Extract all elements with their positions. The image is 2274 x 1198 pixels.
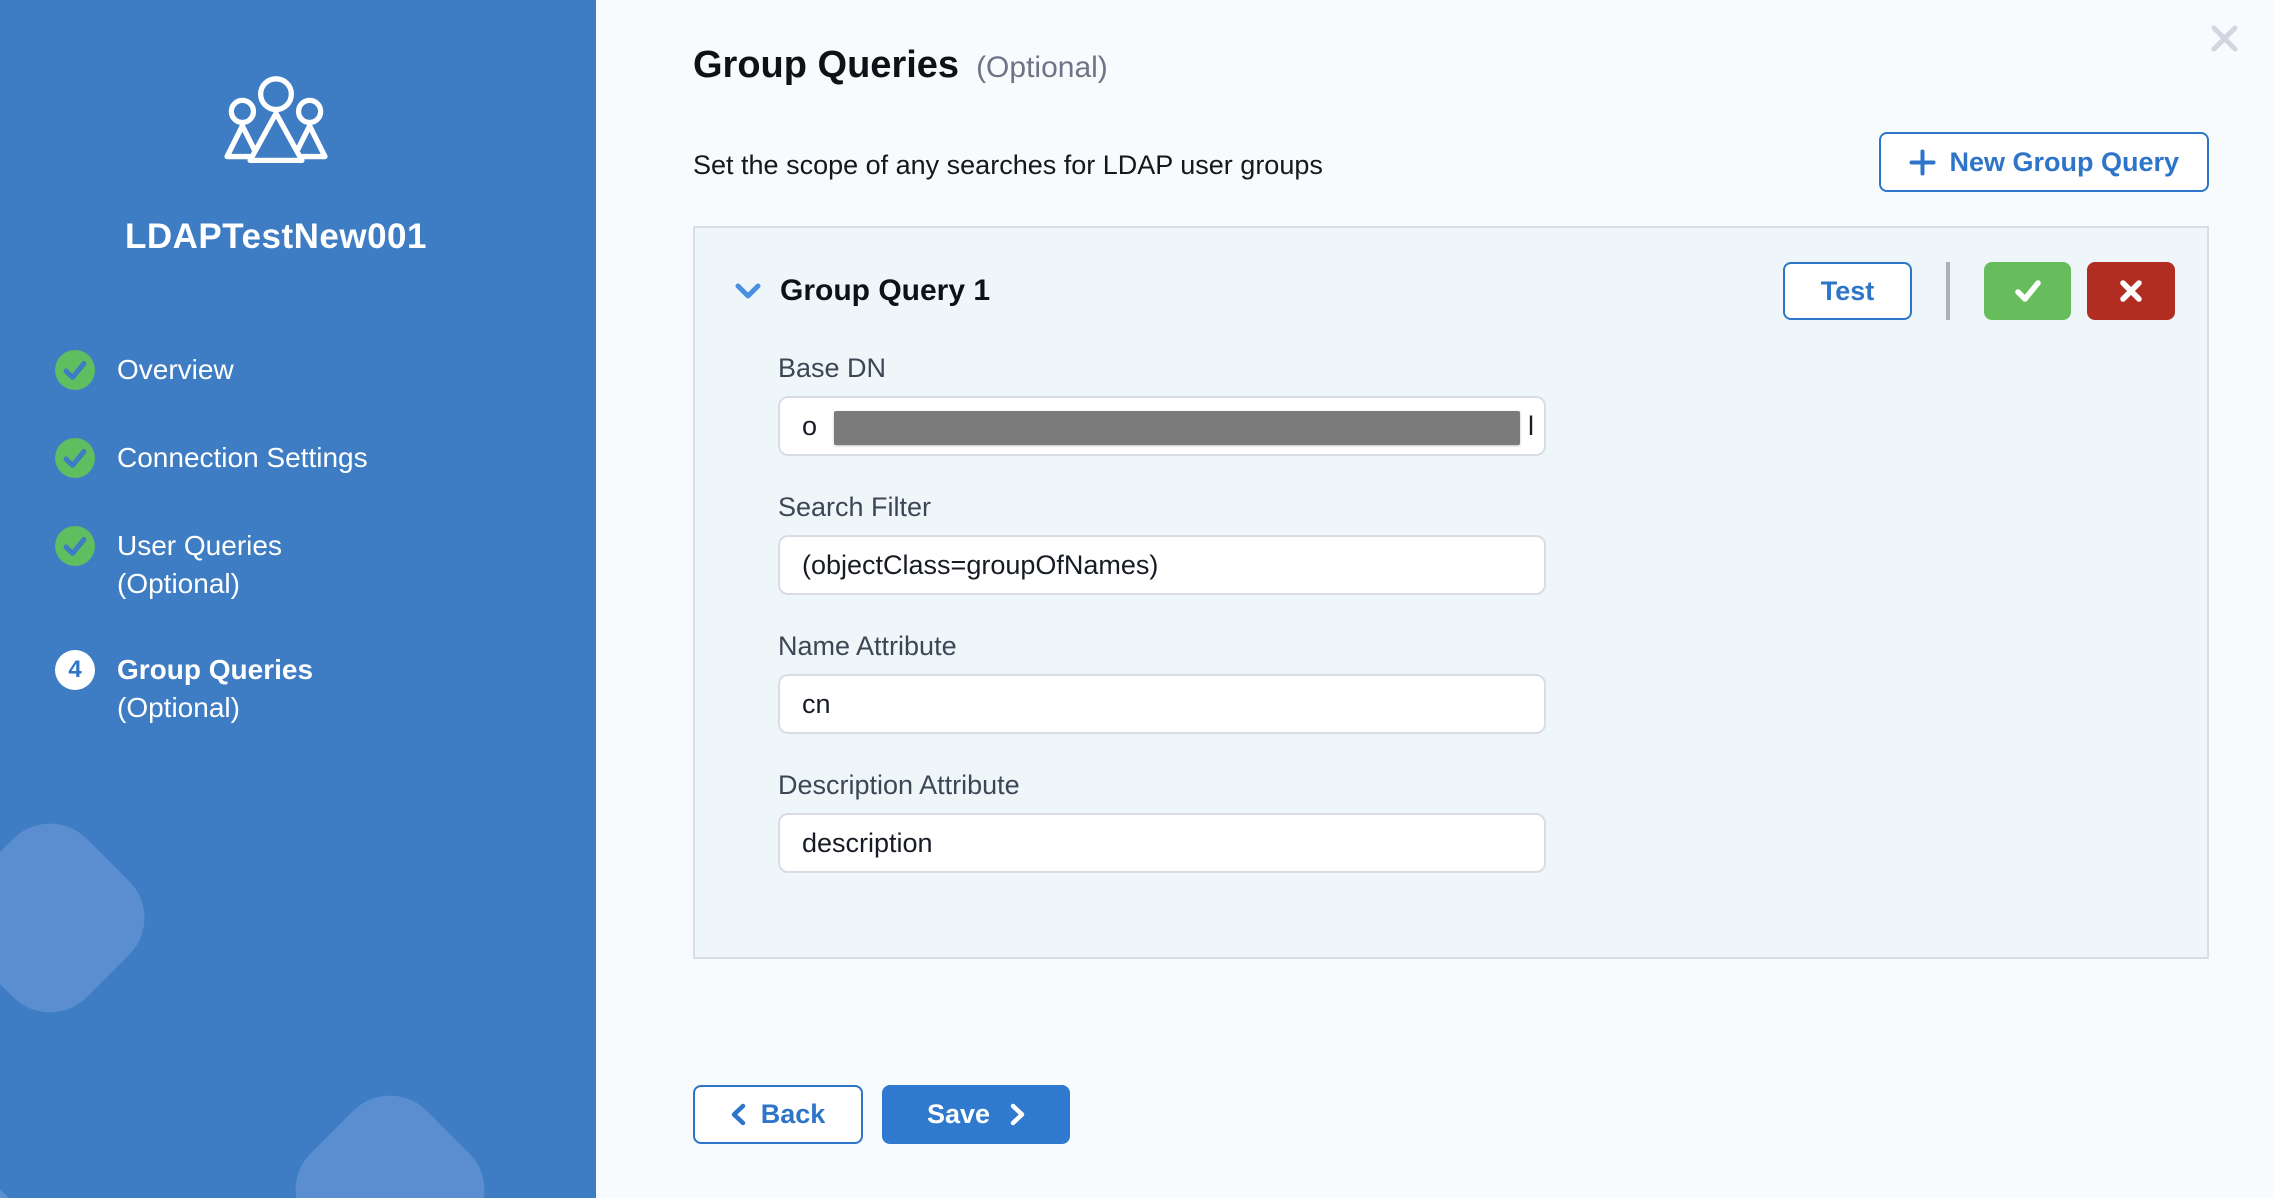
new-group-query-button[interactable]: New Group Query bbox=[1879, 132, 2209, 192]
delete-query-button[interactable] bbox=[2087, 262, 2175, 320]
group-query-card-header: Group Query 1 Test bbox=[695, 262, 2207, 320]
base-dn-visible-suffix: l bbox=[1528, 398, 1534, 454]
step-complete-check-icon bbox=[55, 526, 95, 566]
save-button[interactable]: Save bbox=[882, 1085, 1070, 1144]
search-filter-label: Search Filter bbox=[778, 492, 1546, 522]
query-fields: Base DN o l Search Filter Name Attribute… bbox=[778, 353, 1546, 909]
base-dn-label: Base DN bbox=[778, 353, 1546, 383]
step-optional-tag: (Optional) bbox=[117, 690, 313, 726]
page-subtitle: Set the scope of any searches for LDAP u… bbox=[693, 150, 1323, 181]
step-label: Connection Settings bbox=[117, 438, 368, 478]
name-attribute-input[interactable] bbox=[778, 674, 1546, 734]
name-attribute-label: Name Attribute bbox=[778, 631, 1546, 661]
wizard-sidebar: LDAPTestNew001 Overview Connection Setti… bbox=[0, 0, 596, 1198]
confirm-query-button[interactable] bbox=[1984, 262, 2071, 320]
sidebar-item-user-queries[interactable]: User Queries (Optional) bbox=[55, 526, 368, 602]
new-group-query-label: New Group Query bbox=[1949, 147, 2179, 178]
chevron-down-icon bbox=[735, 283, 761, 300]
group-query-card: Group Query 1 Test Base DN o l Search Fi… bbox=[693, 226, 2209, 959]
page-optional-tag: (Optional) bbox=[976, 51, 1108, 85]
x-icon bbox=[2119, 279, 2143, 303]
sidebar-watermark-shape bbox=[0, 1154, 81, 1198]
wizard-footer: Back Save bbox=[693, 1085, 1070, 1144]
connection-name: LDAPTestNew001 bbox=[0, 217, 552, 257]
base-dn-visible-prefix: o bbox=[802, 411, 817, 441]
back-button[interactable]: Back bbox=[693, 1085, 863, 1144]
chevron-left-icon bbox=[731, 1103, 746, 1126]
step-optional-tag: (Optional) bbox=[117, 566, 282, 602]
search-filter-input[interactable] bbox=[778, 535, 1546, 595]
description-attribute-label: Description Attribute bbox=[778, 770, 1546, 800]
button-divider bbox=[1946, 262, 1950, 320]
brand-block: LDAPTestNew001 bbox=[0, 0, 552, 257]
checkmark-icon bbox=[2014, 279, 2042, 303]
sidebar-watermark-shape bbox=[0, 802, 166, 1034]
description-attribute-input[interactable] bbox=[778, 813, 1546, 873]
save-button-label: Save bbox=[927, 1099, 990, 1130]
step-number-badge: 4 bbox=[55, 650, 95, 690]
plus-icon bbox=[1909, 149, 1936, 176]
redaction-bar bbox=[834, 411, 1520, 445]
sidebar-watermark-shape bbox=[274, 1074, 506, 1198]
step-complete-check-icon bbox=[55, 438, 95, 478]
collapse-query-button[interactable] bbox=[735, 283, 761, 300]
sidebar-item-connection-settings[interactable]: Connection Settings bbox=[55, 438, 368, 478]
wizard-steps: Overview Connection Settings User Querie… bbox=[55, 350, 368, 726]
page-title: Group Queries bbox=[693, 44, 959, 87]
chevron-right-icon bbox=[1010, 1103, 1025, 1126]
back-button-label: Back bbox=[761, 1099, 826, 1130]
step-label: Overview bbox=[117, 350, 234, 390]
step-label: Group Queries bbox=[117, 650, 313, 690]
step-complete-check-icon bbox=[55, 350, 95, 390]
step-label: User Queries bbox=[117, 526, 282, 566]
group-query-title: Group Query 1 bbox=[780, 274, 990, 308]
close-icon bbox=[2211, 25, 2238, 52]
sidebar-item-group-queries[interactable]: 4 Group Queries (Optional) bbox=[55, 650, 368, 726]
base-dn-input[interactable]: o l bbox=[778, 396, 1546, 456]
sidebar-item-overview[interactable]: Overview bbox=[55, 350, 368, 390]
close-button[interactable] bbox=[2204, 18, 2244, 58]
test-query-button[interactable]: Test bbox=[1783, 262, 1912, 320]
user-group-icon bbox=[218, 74, 334, 170]
